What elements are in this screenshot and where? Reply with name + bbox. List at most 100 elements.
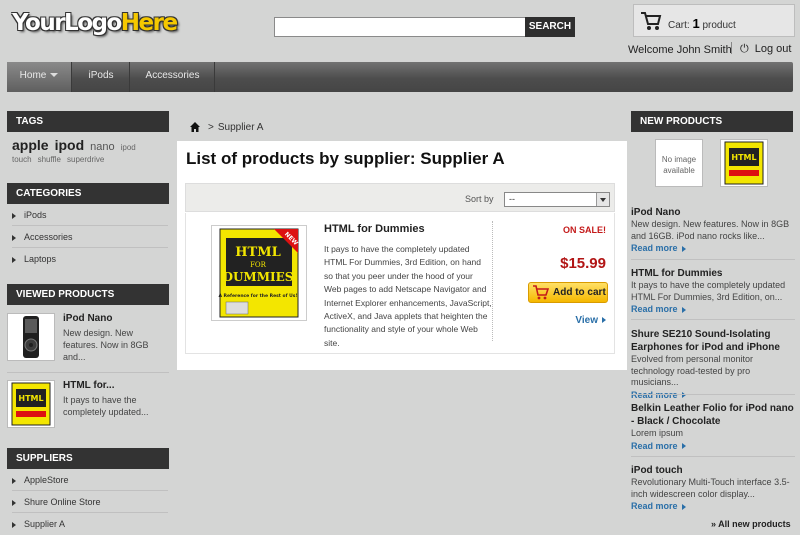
cart-add-icon [533, 285, 549, 300]
cover-title-2: FOR [250, 261, 267, 269]
view-product-link[interactable]: View [575, 315, 606, 326]
no-image-placeholder[interactable]: No image available [655, 139, 703, 187]
cover-tagline: A Reference for the Rest of Us! [218, 293, 297, 299]
book-cover-image: HTML [11, 382, 51, 426]
cart-summary[interactable]: Cart: 1 product [633, 4, 795, 37]
search-input[interactable] [274, 17, 526, 37]
nav-item-home[interactable]: Home [7, 62, 72, 92]
bullet-icon [12, 477, 16, 484]
sort-label: Sort by [465, 194, 494, 204]
tags-title: TAGS [7, 111, 169, 132]
new-product-desc: Lorem ipsum [631, 428, 684, 438]
new-product-name[interactable]: HTML for Dummies [631, 268, 723, 279]
svg-text:HTML: HTML [18, 394, 43, 403]
product-image[interactable]: HTML FOR DUMMIES A Reference for the Res… [211, 225, 307, 321]
breadcrumb-current: Supplier A [217, 122, 264, 133]
suppliers-title: SUPPLIERS [7, 448, 169, 469]
tag-link[interactable]: superdrive [67, 155, 104, 164]
viewed-products-title: VIEWED PRODUCTS [7, 284, 169, 305]
viewed-product-name[interactable]: HTML for... [63, 380, 114, 391]
tag-link[interactable]: apple [12, 137, 49, 153]
divider [631, 319, 795, 320]
categories-title: CATEGORIES [7, 183, 169, 204]
site-logo[interactable]: YourLogoHere [12, 10, 178, 36]
breadcrumb: > Supplier A [190, 122, 263, 133]
read-more-link[interactable]: Read more [631, 304, 686, 314]
page-title: List of products by supplier: Supplier A [186, 149, 505, 168]
logo-text: YourLogo [12, 10, 122, 36]
tag-cloud: apple ipod nano ipod touch shuffle superdrive [12, 137, 170, 165]
power-icon: ⏻ [740, 43, 749, 55]
category-item-laptops[interactable]: Laptops [12, 248, 168, 270]
tag-link[interactable]: nano [90, 141, 114, 153]
arrow-right-icon [602, 317, 606, 324]
bullet-icon [12, 234, 16, 241]
chevron-down-icon [596, 193, 609, 206]
divider [492, 221, 493, 341]
tag-link[interactable]: touch [12, 155, 32, 164]
divider [731, 42, 732, 54]
new-product-name[interactable]: Shure SE210 Sound-Isolating Earphones fo… [631, 329, 780, 353]
divider [7, 372, 169, 373]
ipod-image [23, 316, 39, 358]
product-price: $15.99 [560, 255, 606, 272]
nav-item-ipods[interactable]: iPods [73, 62, 130, 92]
cover-title-1: HTML [235, 245, 281, 260]
supplier-item-supplier-a[interactable]: Supplier A [12, 513, 168, 535]
new-product-name[interactable]: iPod Nano [631, 207, 680, 218]
viewed-product-name[interactable]: iPod Nano [63, 313, 112, 324]
new-products-title: NEW PRODUCTS [631, 111, 793, 132]
product-list-panel: List of products by supplier: Supplier A… [177, 141, 627, 370]
arrow-right-icon [681, 503, 686, 510]
cover-title-3: DUMMIES [223, 270, 294, 284]
svg-text:HTML: HTML [731, 153, 756, 162]
logo-text-accent: Here [120, 10, 178, 36]
new-product-desc: Revolutionary Multi-Touch interface 3.5-… [631, 477, 790, 499]
new-product-item: iPod touch Revolutionary Multi-Touch int… [631, 464, 795, 513]
product-thumbnail[interactable] [7, 313, 55, 361]
nav-item-accessories[interactable]: Accessories [131, 62, 215, 92]
bullet-icon [12, 212, 16, 219]
tag-link[interactable]: shuffle [38, 155, 61, 164]
on-sale-badge: ON SALE! [562, 225, 606, 235]
tag-link[interactable]: ipod [55, 137, 85, 153]
read-more-link[interactable]: Read more [631, 243, 686, 253]
new-product-desc: New design. New features. Now in 8GB and… [631, 219, 790, 241]
divider [631, 259, 795, 260]
home-icon[interactable] [190, 122, 200, 133]
new-product-desc: It pays to have the completely updated H… [631, 280, 786, 302]
book-cover-image: HTML FOR DUMMIES A Reference for the Res… [218, 228, 299, 318]
product-thumbnail[interactable]: HTML [7, 380, 55, 428]
chevron-down-icon [50, 73, 59, 78]
book-cover-image: HTML [724, 141, 764, 185]
bullet-icon [12, 256, 16, 263]
new-product-item: HTML for Dummies It pays to have the com… [631, 267, 795, 316]
logout-link[interactable]: ⏻ Log out [740, 43, 791, 56]
new-product-item: iPod Nano New design. New features. Now … [631, 206, 795, 255]
read-more-link[interactable]: Read more [631, 441, 686, 451]
product-thumbnail[interactable]: HTML [720, 139, 768, 187]
new-product-name[interactable]: Belkin Leather Folio for iPod nano - Bla… [631, 403, 794, 427]
product-name[interactable]: HTML for Dummies [324, 223, 425, 235]
main-nav: Home iPods Accessories [7, 62, 793, 92]
all-new-products-link[interactable]: » All new products [711, 519, 791, 529]
divider [631, 456, 795, 457]
sort-select[interactable]: -- [504, 192, 610, 207]
new-product-desc: Evolved from personal monitor technology… [631, 354, 754, 387]
new-product-item: Shure SE210 Sound-Isolating Earphones fo… [631, 328, 795, 402]
product-description: It pays to have the completely updated H… [324, 244, 492, 348]
new-product-name[interactable]: iPod touch [631, 465, 683, 476]
category-item-ipods[interactable]: iPods [12, 204, 168, 226]
cart-label: Cart: 1 product [668, 16, 736, 31]
read-more-link[interactable]: Read more [631, 501, 686, 511]
divider [631, 394, 795, 395]
add-to-cart-button[interactable]: Add to cart [528, 282, 608, 303]
supplier-item-applestore[interactable]: AppleStore [12, 469, 168, 491]
search-button[interactable]: SEARCH [525, 17, 575, 37]
category-item-accessories[interactable]: Accessories [12, 226, 168, 248]
tag-link[interactable]: ipod [121, 143, 136, 152]
viewed-product-desc: New design. New features. Now in 8GB and… [63, 328, 149, 362]
sort-bar: Sort by -- [185, 183, 615, 212]
shopping-cart-icon [641, 12, 662, 30]
supplier-item-shure[interactable]: Shure Online Store [12, 491, 168, 513]
